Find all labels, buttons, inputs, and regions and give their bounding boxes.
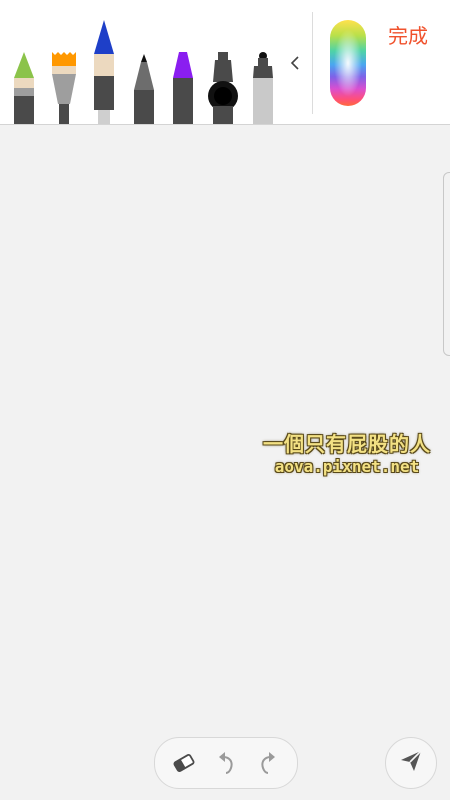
done-button[interactable]: 完成: [378, 22, 438, 50]
eraser-icon[interactable]: [171, 750, 197, 776]
pen-toolbar: 完成: [0, 0, 450, 125]
undo-icon[interactable]: [213, 750, 239, 776]
redo-icon[interactable]: [255, 750, 281, 776]
send-button[interactable]: [385, 737, 437, 789]
side-panel-handle[interactable]: [443, 172, 450, 356]
gray-marker-tool[interactable]: [251, 52, 275, 124]
green-brush-tool[interactable]: [12, 52, 36, 124]
fountain-pen-tool[interactable]: [207, 52, 239, 124]
pencil-tool[interactable]: [133, 54, 155, 124]
color-palette-button[interactable]: [330, 20, 366, 106]
watermark-url: aova.pixnet.net: [274, 457, 420, 476]
toolbar-divider: [312, 12, 313, 114]
send-icon: [399, 749, 423, 777]
flat-brush-tool[interactable]: [51, 52, 77, 124]
collapse-chevron-icon[interactable]: [286, 52, 304, 74]
watermark-title: 一個只有屁股的人: [263, 432, 431, 456]
purple-marker-tool[interactable]: [172, 52, 194, 124]
blue-brush-tool[interactable]: [92, 20, 116, 124]
watermark: 一個只有屁股的人 aova.pixnet.net: [252, 431, 442, 477]
edit-actions-bar: [154, 737, 298, 789]
